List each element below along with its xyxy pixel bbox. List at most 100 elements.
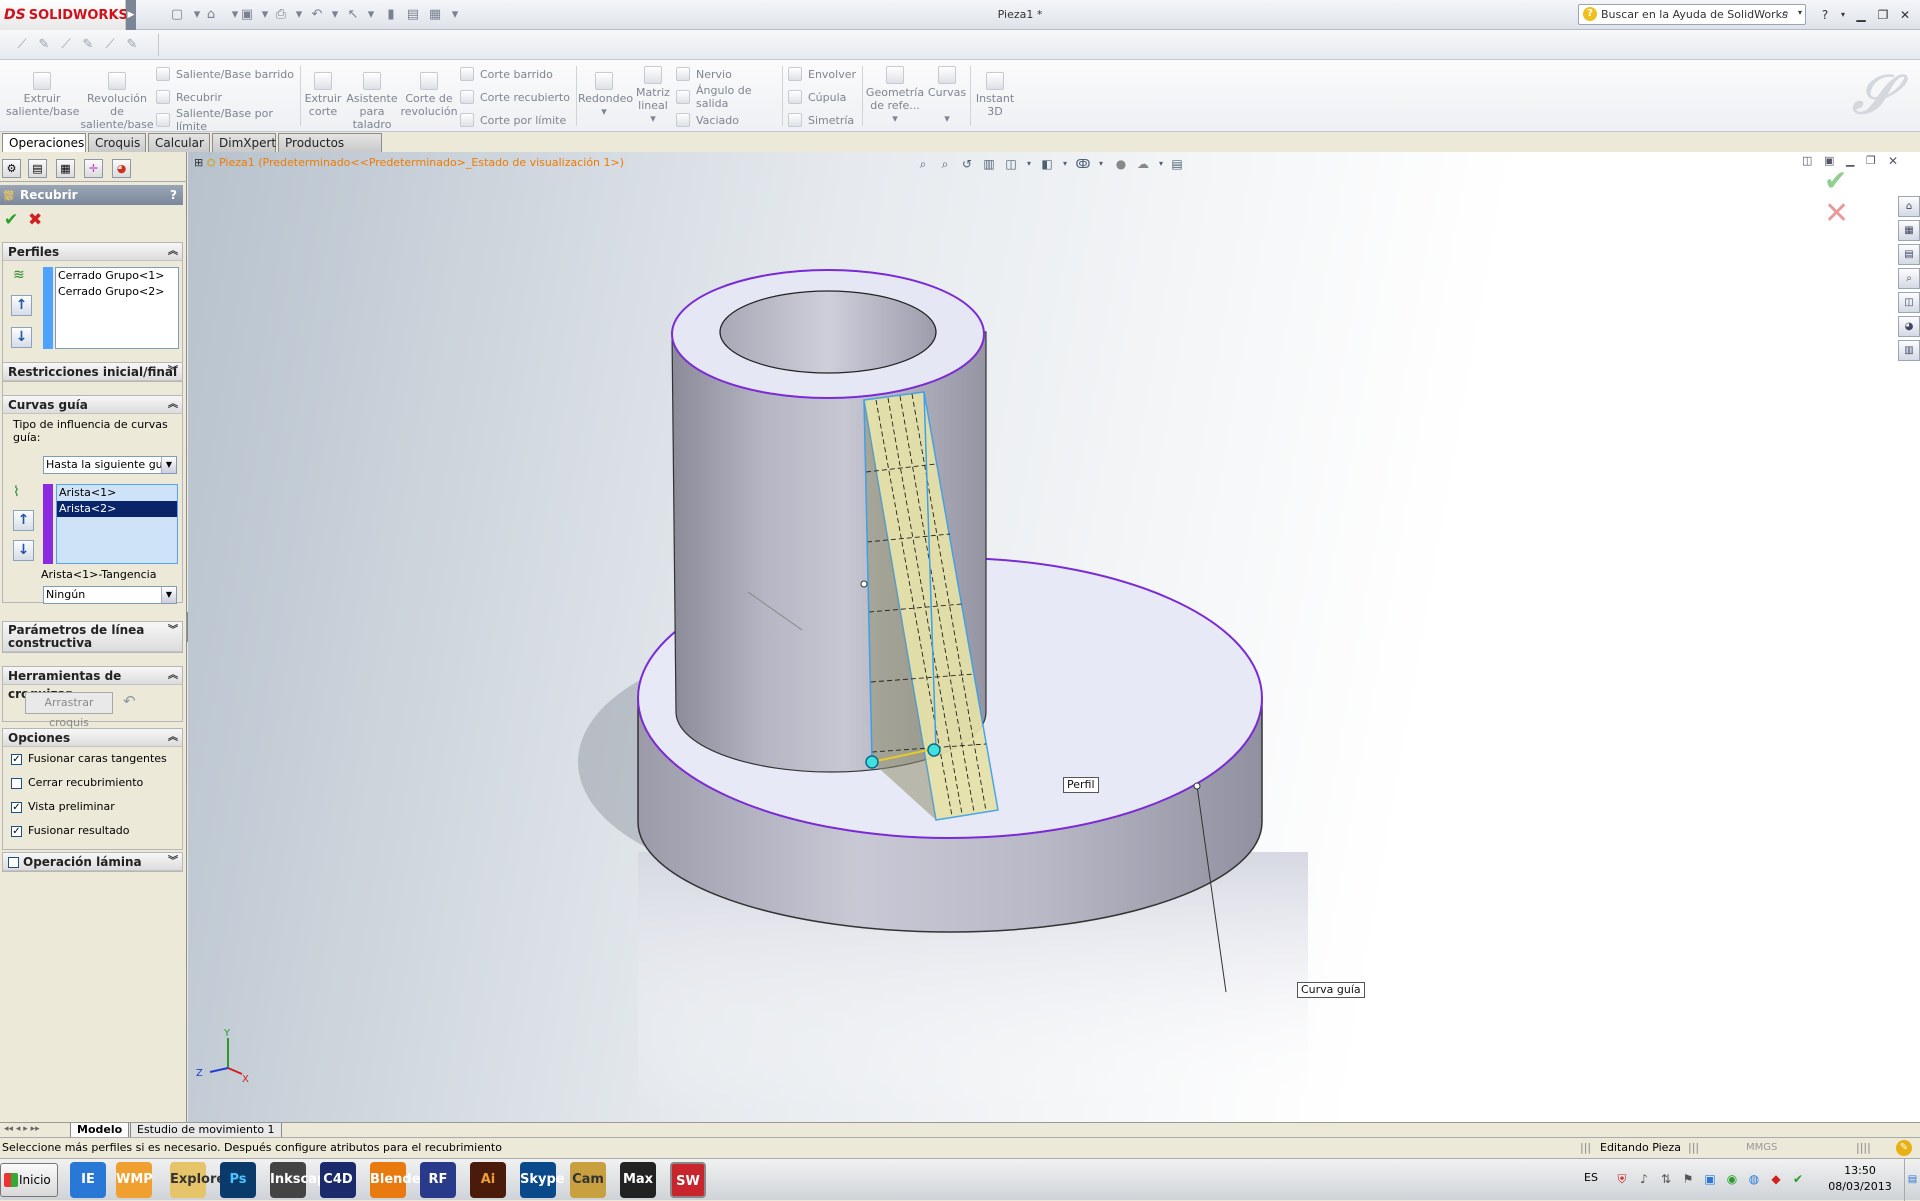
sketch-tool-icon[interactable]: ✎	[80, 37, 96, 53]
checkbox-unchecked-icon[interactable]	[11, 777, 22, 789]
guide-move-down-button[interactable]: ↓	[13, 540, 34, 561]
dropdown-icon[interactable]: ▼	[161, 587, 176, 603]
taskbar-app-solidworks[interactable]: SW	[670, 1162, 706, 1198]
centerline-params-group-header[interactable]: Parámetros de línea constructiva ︾	[3, 622, 182, 652]
tray-icon[interactable]: ✔	[1790, 1171, 1806, 1187]
taskbar-app-camera[interactable]: Cam	[570, 1162, 606, 1198]
design-library-icon[interactable]: ▦	[1898, 220, 1920, 241]
dropdown-icon[interactable]: ▾	[650, 112, 656, 125]
expand-icon[interactable]: ︾	[168, 363, 178, 381]
help-search-input[interactable]: ? Buscar en la Ayuda de SolidWorks ⌕ ▾	[1578, 4, 1806, 25]
option-merge-tangent-faces[interactable]: ✓ Fusionar caras tangentes	[3, 747, 182, 771]
dropdown-icon[interactable]: ▾	[944, 112, 950, 125]
curves-button[interactable]: Curvas ▾	[926, 66, 968, 125]
sweep-boss-button[interactable]: Saliente/Base barrido	[156, 64, 296, 84]
ok-button[interactable]: ✔	[4, 210, 18, 230]
tab-productos-office[interactable]: Productos Office	[278, 133, 382, 168]
antivirus-tray-icon[interactable]: ⛨	[1614, 1171, 1630, 1187]
drag-sketch-button[interactable]: Arrastrar croquis	[25, 692, 113, 729]
loft-cut-button[interactable]: Corte recubierto	[460, 87, 580, 107]
checkbox-checked-icon[interactable]: ✓	[11, 753, 22, 765]
collapse-icon[interactable]: ︽	[168, 729, 178, 747]
mirror-button[interactable]: Simetría	[788, 110, 868, 130]
sketch-tool-icon[interactable]: ✎	[124, 37, 140, 53]
guide-move-up-button[interactable]: ↑	[13, 510, 34, 531]
options-group-header[interactable]: Opciones ︽	[3, 729, 182, 747]
profile-callout-label[interactable]: Perfil	[1063, 777, 1099, 793]
taskbar-app-cinema4d[interactable]: C4D	[320, 1162, 356, 1198]
taskbar-app-explorer[interactable]: Explorer	[170, 1162, 232, 1198]
tab-dimxpert[interactable]: DimXpert	[212, 133, 276, 152]
network-tray-icon[interactable]: ⇅	[1658, 1171, 1674, 1187]
tray-icon[interactable]: ◆	[1768, 1171, 1784, 1187]
dropdown-icon[interactable]: ▾	[601, 105, 607, 118]
configuration-manager-tab-icon[interactable]: ▦	[56, 159, 75, 178]
graphics-area[interactable]: ⊞ ⛭ Pieza1 (Predeterminado<<Predetermina…	[188, 152, 1920, 1122]
revolve-cut-button[interactable]: Corte de revolución	[400, 72, 458, 118]
boundary-boss-button[interactable]: Saliente/Base por límite	[156, 107, 296, 133]
linear-pattern-button[interactable]: Matriz lineal ▾	[634, 66, 672, 125]
rebuild-status-icon[interactable]: ✎	[1896, 1140, 1912, 1156]
move-up-button[interactable]: ↑	[11, 295, 32, 316]
show-desktop-icon[interactable]: ▤	[1904, 1159, 1920, 1201]
collapse-icon[interactable]: ︽	[168, 396, 178, 414]
taskbar-app-photoshop[interactable]: Ps	[220, 1162, 256, 1198]
loft-boss-button[interactable]: Recubrir	[156, 87, 296, 107]
list-item[interactable]: Arista<1>	[57, 485, 177, 501]
solidworks-resources-icon[interactable]: ⌂	[1898, 196, 1920, 217]
influence-type-select[interactable]: Hasta la siguiente guía ▼	[43, 456, 177, 474]
expand-icon[interactable]: ︾	[168, 853, 178, 871]
view-palette-icon[interactable]: ◫	[1898, 292, 1920, 313]
hole-wizard-button[interactable]: Asistente para taladro	[346, 72, 398, 131]
option-merge-result[interactable]: ✓ Fusionar resultado	[3, 819, 182, 843]
display-manager-tab-icon[interactable]: ◕	[112, 159, 131, 178]
tab-estudio-movimiento[interactable]: Estudio de movimiento 1	[130, 1123, 282, 1138]
profiles-list[interactable]: Cerrado Grupo<1> Cerrado Grupo<2>	[55, 267, 179, 349]
flag-tray-icon[interactable]: ⚑	[1680, 1171, 1696, 1187]
taskbar-app-inkscape[interactable]: Inkscape	[270, 1162, 335, 1198]
sketch-tool-icon[interactable]: ⟋	[102, 37, 118, 53]
taskbar-app-blender[interactable]: Blender	[370, 1162, 427, 1198]
sweep-cut-button[interactable]: Corte barrido	[460, 64, 580, 84]
pm-help-icon[interactable]: ?	[170, 185, 177, 205]
tab-calcular[interactable]: Calcular	[148, 133, 210, 152]
profile-handle[interactable]	[865, 755, 879, 769]
wrap-button[interactable]: Envolver	[788, 64, 868, 84]
status-units[interactable]: MMGS	[1746, 1138, 1777, 1158]
list-item[interactable]: Arista<2>	[57, 501, 177, 517]
dimxpert-manager-tab-icon[interactable]: ✛	[84, 159, 103, 178]
dropdown-icon[interactable]: ▾	[892, 112, 898, 125]
tab-croquis[interactable]: Croquis	[88, 133, 146, 152]
custom-properties-icon[interactable]: ▥	[1898, 340, 1920, 361]
dome-button[interactable]: Cúpula	[788, 87, 868, 107]
sketch-tools-group-header[interactable]: Herramientas de croquizar︽	[3, 667, 182, 701]
guide-curves-list[interactable]: Arista<1> Arista<2>	[56, 484, 178, 564]
reference-geometry-button[interactable]: Geometría de refe... ▾	[864, 66, 926, 125]
checkbox-unchecked-icon[interactable]	[8, 857, 19, 868]
shell-button[interactable]: Vaciado	[676, 110, 782, 130]
search-icon[interactable]: ⌕	[1782, 6, 1789, 21]
property-manager-tab-icon[interactable]: ▤	[28, 159, 47, 178]
dropdown-icon[interactable]: ▼	[161, 457, 176, 473]
tangency-select[interactable]: Ningún ▼	[43, 586, 177, 604]
guide-curve-callout-label[interactable]: Curva guía	[1297, 982, 1365, 998]
option-close-loft[interactable]: Cerrar recubrimiento	[3, 771, 182, 795]
taskbar-app-media-player[interactable]: WMP	[116, 1162, 153, 1198]
guide-curves-group-header[interactable]: Curvas guía ︽	[3, 396, 182, 414]
collapse-icon[interactable]: ︽	[168, 243, 178, 261]
extrude-cut-button[interactable]: Extruir corte	[302, 72, 344, 118]
taskbar-app-3dsmax[interactable]: Max	[620, 1162, 656, 1198]
tab-modelo[interactable]: Modelo	[70, 1123, 130, 1138]
collapse-icon[interactable]: ︽	[168, 667, 178, 685]
list-item[interactable]: Cerrado Grupo<2>	[56, 284, 178, 300]
taskbar-app-rf[interactable]: RF	[420, 1162, 456, 1198]
profile-handle[interactable]	[927, 743, 941, 757]
sketch-tool-icon[interactable]: ⟋	[14, 37, 30, 53]
checkbox-checked-icon[interactable]: ✓	[11, 825, 22, 837]
part-model-3d[interactable]: Y X Z	[188, 152, 1920, 1122]
list-item[interactable]: Cerrado Grupo<1>	[56, 268, 178, 284]
restore-icon[interactable]: ❐	[1874, 6, 1892, 24]
extrude-boss-button[interactable]: Extruir saliente/base	[6, 72, 79, 118]
close-icon[interactable]: ✕	[1896, 6, 1914, 24]
taskbar-app-skype[interactable]: Skype	[520, 1162, 565, 1198]
